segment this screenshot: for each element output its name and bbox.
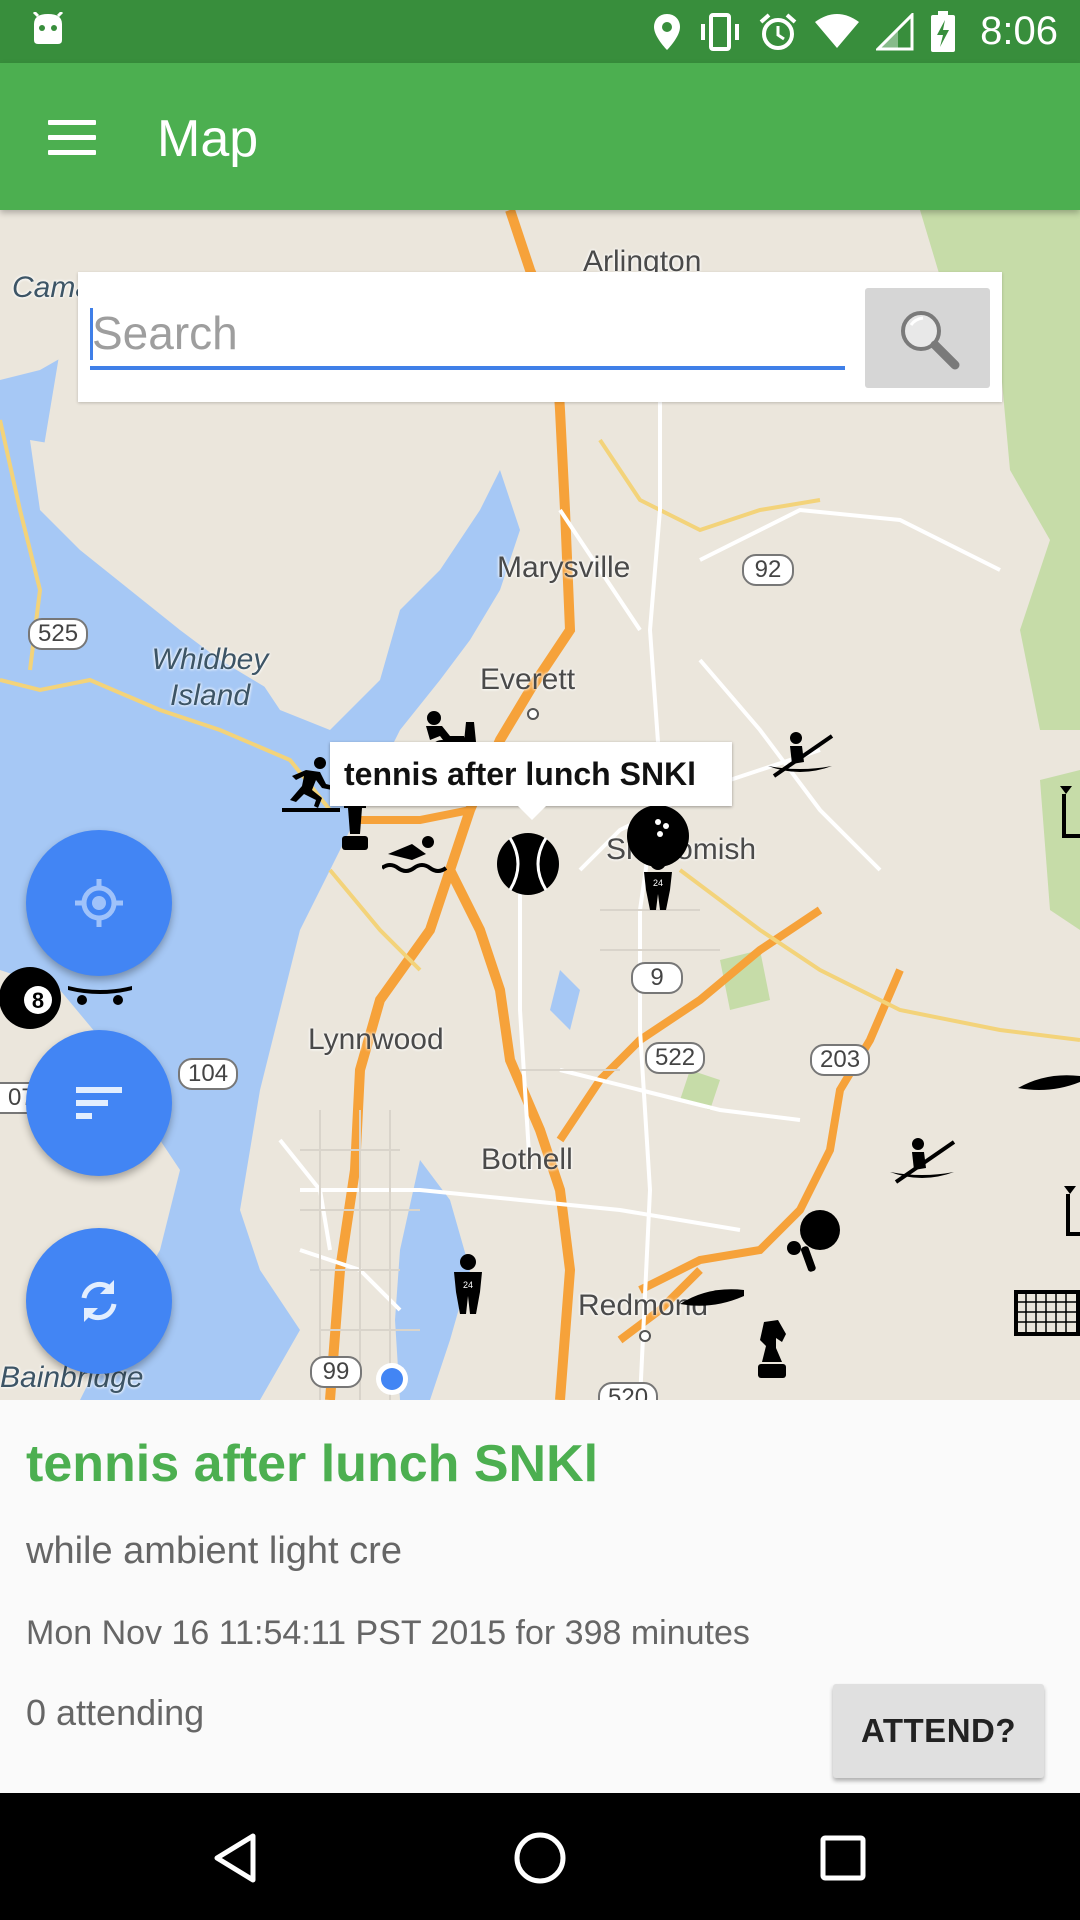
my-location-button[interactable] [26,830,172,976]
football-player-icon[interactable]: 24 [448,1254,488,1316]
basketball-hoop-icon[interactable] [1062,1184,1080,1238]
home-button[interactable] [505,1823,575,1893]
back-button[interactable] [200,1823,270,1893]
route-shield-92: 92 [742,554,794,586]
kayak-icon[interactable] [766,730,834,782]
vibrate-icon [701,12,740,51]
attend-button[interactable]: ATTEND? [833,1684,1044,1778]
place-label-whidbey: Whidbey Island [151,643,269,712]
alarm-icon [759,12,797,50]
basketball-hoop-icon[interactable] [1056,784,1080,840]
battery-charging-icon [931,10,956,52]
place-label-everett: Everett [480,663,576,696]
event-title: tennis after lunch SNKl [26,1435,599,1493]
place-label-lynnwood: Lynnwood [308,1023,444,1056]
place-label-marysville: Marysville [497,551,631,584]
surfboard-icon[interactable] [678,1286,744,1310]
route-shield-525: 525 [28,618,89,650]
map-info-window[interactable]: tennis after lunch SNKl [330,742,732,806]
refresh-icon [81,1280,117,1322]
page-title: Map [157,110,259,168]
app-bar: Map [0,63,1080,210]
svg-text:24: 24 [653,878,663,888]
clock: 8:06 [980,9,1058,53]
swimming-icon[interactable] [382,830,448,878]
text-cursor [90,308,93,360]
status-bar: 8:06 [0,0,1080,63]
svg-text:24: 24 [463,1280,473,1290]
status-icons: 8:06 [652,0,1058,63]
attending-count: 0 attending [26,1692,205,1733]
football-player-icon[interactable]: 24 [638,854,678,912]
route-shield-104: 104 [178,1058,239,1090]
soccer-goal-icon[interactable] [1014,1290,1080,1336]
recents-square-icon [820,1835,866,1881]
my-location-icon [75,879,123,927]
event-time: Mon Nov 16 11:54:11 PST 2015 for 398 min… [26,1614,750,1652]
surfboard-icon[interactable] [1016,1072,1080,1094]
search-panel [78,272,1002,402]
knight-icon[interactable] [754,1318,790,1380]
android-icon [32,12,64,44]
route-shield-9: 9 [631,962,683,994]
event-description: while ambient light cre [26,1530,402,1572]
filter-button[interactable] [26,1030,172,1176]
map-view[interactable]: Arlington Cama Marysville Whidbey Island… [0,210,1080,1400]
skateboard-icon[interactable] [66,980,134,1006]
place-label-bothell: Bothell [481,1143,573,1176]
tennis-ball-icon[interactable] [496,832,560,896]
event-detail-panel: tennis after lunch SNKl while ambient li… [0,1400,1080,1793]
route-shield-203: 203 [810,1044,871,1076]
kayak-icon[interactable] [888,1136,956,1188]
ping-pong-icon[interactable] [786,1208,842,1274]
info-window-tail [518,806,546,820]
recents-button[interactable] [808,1823,878,1893]
location-icon [654,13,681,50]
route-shield-522: 522 [645,1042,706,1074]
search-input[interactable] [90,300,845,370]
billiard-ball-icon[interactable]: 8 [0,966,62,1030]
signal-icon [876,12,914,50]
refresh-button[interactable] [26,1228,172,1374]
home-circle-icon [514,1832,566,1884]
hamburger-menu-icon[interactable] [40,105,104,169]
route-shield-99: 99 [310,1356,362,1388]
magnifier-icon [900,311,959,370]
system-nav-bar [0,1793,1080,1920]
search-button[interactable] [865,288,990,388]
sort-filter-icon [76,1087,122,1119]
wifi-icon [815,13,860,48]
back-triangle-icon [214,1833,256,1883]
route-shield-520: 520 [598,1382,659,1400]
svg-text:8: 8 [32,988,44,1013]
